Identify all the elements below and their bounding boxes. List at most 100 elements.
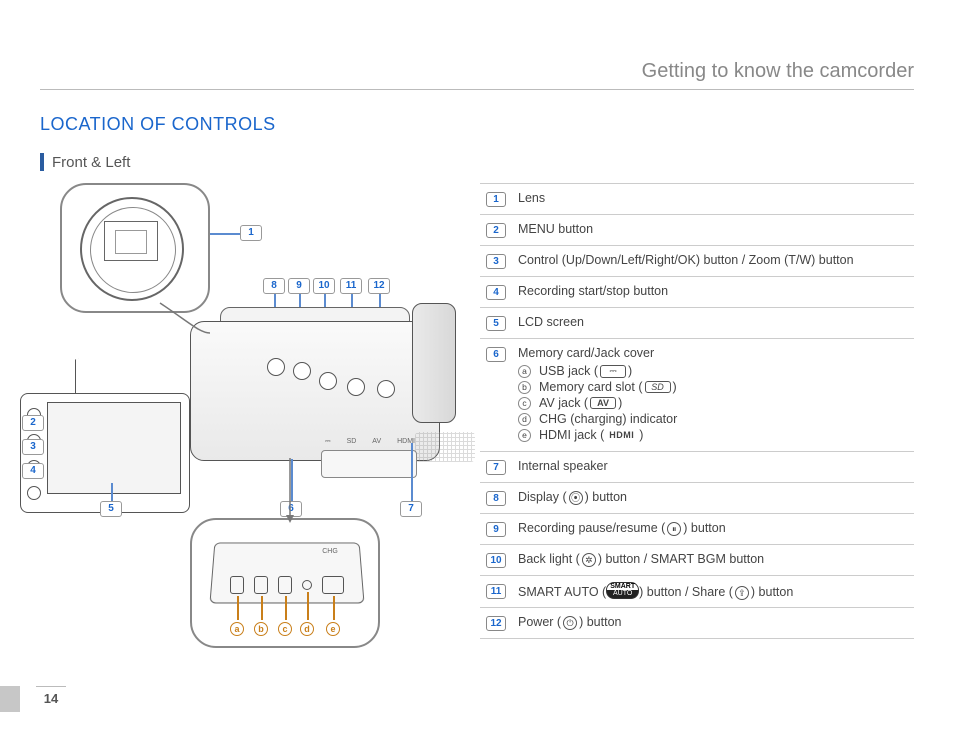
legend-num-cell: 12 — [480, 608, 512, 639]
legend-text-cell: Lens — [512, 184, 914, 215]
jack-icons-row: ⎓ SD AV HDMI — [325, 438, 415, 446]
callout-8: 8 — [263, 278, 285, 294]
legend-sub-glyph-icon: HDMI — [606, 430, 637, 440]
sd-icon: SD — [347, 438, 357, 446]
legend-text-cell: Display (⦿) button — [512, 483, 914, 514]
legend-sub-letter: b — [518, 381, 531, 394]
legend-row: 1 Lens — [480, 184, 914, 215]
legend-num-cell: 3 — [480, 246, 512, 277]
legend-num-badge: 4 — [486, 285, 506, 300]
legend-num-cell: 4 — [480, 277, 512, 308]
legend-sub-letter: e — [518, 429, 531, 442]
lcd-panel — [20, 393, 190, 513]
legend-num-badge: 6 — [486, 347, 506, 362]
legend-text-cell: SMART AUTO (AUTO) button / Share (⇪) but… — [512, 576, 914, 608]
leader-line — [411, 443, 413, 501]
legend-sub-row: eHDMI jack (HDMI) — [518, 428, 908, 442]
legend-row: 9 Recording pause/resume (⏸) button — [480, 514, 914, 545]
camcorder-side: SAMSUNG ⎓ SD AV HDMI — [190, 321, 440, 461]
legend-text-cell: Recording pause/resume (⏸) button — [512, 514, 914, 545]
pause-button-icon — [293, 362, 311, 380]
callout-10: 10 — [313, 278, 335, 294]
subsection-title: Front & Left — [52, 154, 130, 171]
legend-sub-letter: c — [518, 397, 531, 410]
legend-num-cell: 1 — [480, 184, 512, 215]
legend-text-cell: Memory card/Jack coveraUSB jack (⎓)bMemo… — [512, 339, 914, 452]
legend-num-badge: 7 — [486, 460, 506, 475]
av-icon: AV — [372, 438, 381, 446]
callout-4: 4 — [22, 463, 44, 479]
controls-diagram: 1 8 9 10 11 12 SAMSUNG — [40, 183, 460, 653]
legend-text-cell: Power (⏻) button — [512, 608, 914, 639]
legend-num-badge: 5 — [486, 316, 506, 331]
callout-6: 6 — [280, 501, 302, 517]
legend-num-badge: 9 — [486, 522, 506, 537]
legend-sub-row: aUSB jack (⎓) — [518, 364, 908, 378]
callout-e: e — [326, 622, 340, 636]
jack-cover-inset: CHG a b c d e — [190, 518, 380, 648]
usb-icon: ⎓ — [325, 438, 331, 446]
legend-num-badge: 2 — [486, 223, 506, 238]
display-button-icon — [267, 358, 285, 376]
legend-row: 6Memory card/Jack coveraUSB jack (⎓)bMem… — [480, 339, 914, 452]
page-edge-tab — [0, 686, 20, 712]
leader-line — [285, 596, 287, 620]
legend-text-cell: Recording start/stop button — [512, 277, 914, 308]
legend-num-badge: 10 — [486, 553, 506, 568]
leader-line — [261, 596, 263, 620]
legend-glyph-icon: ⦿ — [569, 491, 583, 505]
jack-cover — [321, 450, 417, 478]
legend-text-cell: Back light (✲) button / SMART BGM button — [512, 545, 914, 576]
legend-row: 11SMART AUTO (AUTO) button / Share (⇪) b… — [480, 576, 914, 608]
legend-row: 5 LCD screen — [480, 308, 914, 339]
legend-sub-letter: a — [518, 365, 531, 378]
legend-sub-row: cAV jack (AV) — [518, 396, 908, 410]
leader-line — [210, 233, 240, 235]
ok-button — [27, 486, 41, 500]
legend-num-badge: 12 — [486, 616, 506, 631]
callout-7: 7 — [400, 501, 422, 517]
leader-line — [333, 596, 335, 620]
legend-glyph-icon: ⇪ — [735, 586, 749, 600]
jack-panel — [209, 543, 364, 604]
camcorder-grip — [412, 303, 456, 423]
legend-glyph-icon: ⏻ — [563, 616, 577, 630]
legend-num-badge: 8 — [486, 491, 506, 506]
legend-sub-row: bMemory card slot (SD) — [518, 380, 908, 394]
callout-1: 1 — [240, 225, 262, 241]
legend-text-cell: Internal speaker — [512, 452, 914, 483]
legend-num-badge: 1 — [486, 192, 506, 207]
legend-num-cell: 5 — [480, 308, 512, 339]
leader-line — [111, 483, 113, 501]
legend-row: 3Control (Up/Down/Left/Right/OK) button … — [480, 246, 914, 277]
legend-num-cell: 8 — [480, 483, 512, 514]
legend-row: 4 Recording start/stop button — [480, 277, 914, 308]
leader-line — [291, 459, 293, 501]
callout-3: 3 — [22, 439, 44, 455]
legend-row: 12 Power (⏻) button — [480, 608, 914, 639]
legend-text-cell: MENU button — [512, 215, 914, 246]
legend-sublist: aUSB jack (⎓) bMemory card slot (SD) cAV j… — [518, 364, 908, 442]
legend-row: 8 Display (⦿) button — [480, 483, 914, 514]
legend-num-cell: 2 — [480, 215, 512, 246]
lens-window — [104, 221, 158, 261]
callout-12: 12 — [368, 278, 390, 294]
legend-sub-letter: d — [518, 413, 531, 426]
controls-legend: 1 Lens 2 MENU button3Control (Up/Down/Left/… — [480, 183, 914, 639]
legend-sub-row: dCHG (charging) indicator — [518, 412, 908, 426]
legend-num-cell: 6 — [480, 339, 512, 452]
legend-num-cell: 7 — [480, 452, 512, 483]
hdmi-port — [322, 576, 344, 594]
backlight-button-icon — [319, 372, 337, 390]
speaker-grill — [415, 432, 475, 462]
legend-sub-glyph-icon: ⎓ — [600, 365, 626, 378]
legend-text-cell: LCD screen — [512, 308, 914, 339]
legend-glyph-icon: ✲ — [582, 553, 596, 567]
callout-b: b — [254, 622, 268, 636]
callout-a: a — [230, 622, 244, 636]
usb-port — [230, 576, 244, 594]
av-port — [278, 576, 292, 594]
legend-sub-glyph-icon: SD — [645, 381, 671, 393]
callout-2: 2 — [22, 415, 44, 431]
legend-num-cell: 9 — [480, 514, 512, 545]
